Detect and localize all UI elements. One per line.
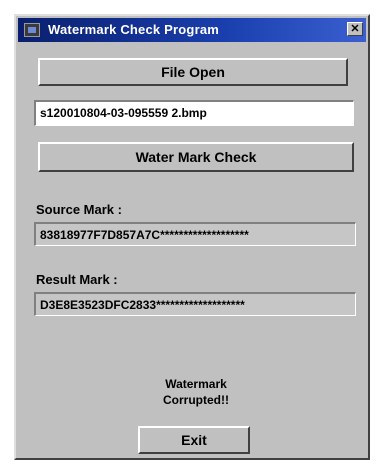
close-button[interactable]: ✕ — [347, 22, 363, 36]
water-mark-check-label: Water Mark Check — [135, 149, 257, 165]
window-title: Watermark Check Program — [48, 22, 220, 37]
result-mark-field: D3E8E3523DFC2833******************* — [34, 292, 356, 316]
result-mark-label: Result Mark : — [36, 272, 118, 287]
close-icon: ✕ — [350, 23, 360, 35]
status-message: Watermark Corrupted!! — [136, 376, 256, 408]
exit-label: Exit — [181, 432, 207, 448]
source-mark-label: Source Mark : — [36, 202, 122, 217]
exit-button[interactable]: Exit — [138, 426, 250, 454]
source-mark-field: 83818977F7D857A7C******************* — [34, 222, 356, 246]
app-window-icon — [24, 23, 40, 37]
file-open-button[interactable]: File Open — [38, 58, 348, 86]
water-mark-check-button[interactable]: Water Mark Check — [38, 142, 354, 172]
watermark-dialog: Watermark Check Program ✕ File Open s120… — [14, 14, 370, 460]
status-line-2: Corrupted!! — [163, 393, 229, 407]
status-line-1: Watermark — [165, 377, 227, 391]
title-bar[interactable]: Watermark Check Program ✕ — [18, 18, 366, 42]
file-path-field[interactable]: s120010804-03-095559 2.bmp — [34, 100, 354, 126]
file-open-label: File Open — [161, 64, 225, 80]
